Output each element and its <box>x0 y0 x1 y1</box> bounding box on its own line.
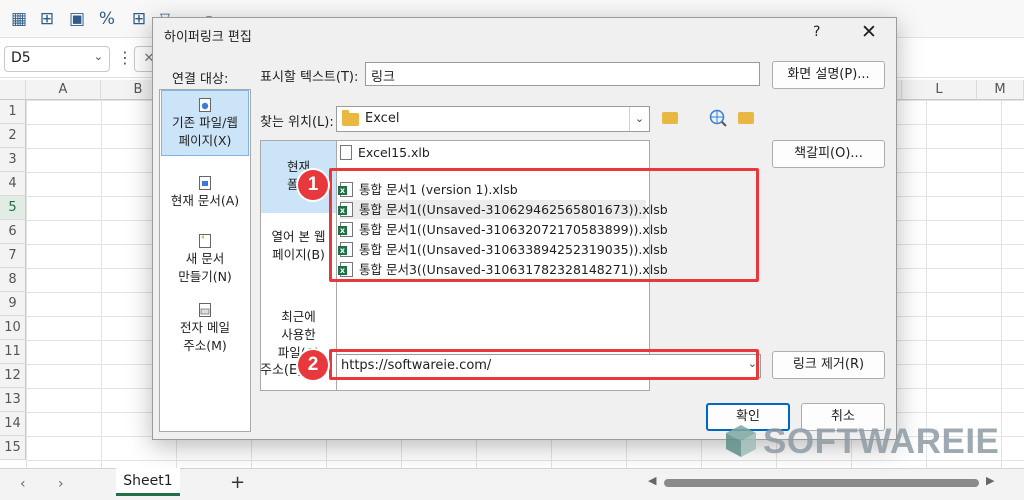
nav-label-line: 열어 본 웹 <box>271 229 326 244</box>
browse-file-button[interactable] <box>734 107 758 131</box>
up-one-folder-button[interactable] <box>658 107 682 131</box>
row-header[interactable]: 11 <box>0 340 26 364</box>
watermark-text: SOFTWAREIE <box>763 422 1000 461</box>
row-header[interactable]: 2 <box>0 124 26 148</box>
display-text-label: 표시할 텍스트(T): <box>260 70 359 85</box>
select-all-corner[interactable] <box>0 80 26 100</box>
annotation-badge-2: 2 <box>298 350 328 380</box>
link-to-label: 연결 대상: <box>172 72 229 87</box>
nav-label-line: 최근에 <box>281 309 316 324</box>
link-to-label-line: 만들기(N) <box>178 269 232 284</box>
row-header-selected[interactable]: 5 <box>0 196 26 220</box>
folder-icon <box>342 110 359 126</box>
email-icon <box>199 303 211 317</box>
row-header[interactable]: 12 <box>0 364 26 388</box>
watermark: SOFTWAREIE <box>725 420 999 464</box>
link-to-current-document[interactable]: 현재 문서(A) <box>161 176 249 220</box>
close-button[interactable]: ✕ <box>858 21 880 43</box>
dialog-title: 하이퍼링크 편집 <box>164 30 252 45</box>
link-to-label-line: 전자 메일 <box>180 320 230 335</box>
row-header[interactable]: 6 <box>0 220 26 244</box>
name-box-value: D5 <box>11 50 31 66</box>
row-header[interactable]: 15 <box>0 436 26 460</box>
help-button[interactable]: ? <box>813 24 820 40</box>
link-to-existing-file[interactable]: 기존 파일/웹 페이지(X) <box>161 90 249 156</box>
scroll-right-icon[interactable]: ▶ <box>986 474 994 487</box>
scroll-left-icon[interactable]: ◀ <box>648 474 656 487</box>
row-header[interactable]: 3 <box>0 148 26 172</box>
chevron-down-icon: ⌄ <box>93 50 103 63</box>
remove-link-button[interactable]: 링크 제거(R) <box>772 351 885 379</box>
row-header[interactable]: 13 <box>0 388 26 412</box>
chevron-down-icon: ⌄ <box>629 107 649 131</box>
annotation-badge-1: 1 <box>298 170 328 200</box>
look-in-label: 찾는 위치(L): <box>260 115 334 130</box>
row-header[interactable]: 8 <box>0 268 26 292</box>
prev-sheet-icon[interactable]: ‹ <box>20 476 26 492</box>
browse-web-button[interactable] <box>706 107 730 131</box>
up-folder-icon <box>662 112 678 124</box>
more-options-icon[interactable]: ⋮ <box>117 48 133 67</box>
sheet-tab[interactable]: Sheet1 <box>116 468 180 496</box>
bookmark-button[interactable]: 책갈피(O)... <box>772 140 885 168</box>
link-to-label-line: 주소(M) <box>183 338 227 353</box>
nav-label-line: 사용한 <box>281 327 316 342</box>
link-to-label-line: 기존 파일/웹 <box>172 115 238 130</box>
row-header[interactable]: 10 <box>0 316 26 340</box>
nav-label-line: 페이지(B) <box>272 247 325 262</box>
look-in-dropdown[interactable]: Excel ⌄ <box>336 106 650 132</box>
open-folder-icon <box>738 112 754 124</box>
globe-search-icon <box>709 109 727 127</box>
row-header[interactable]: 7 <box>0 244 26 268</box>
next-sheet-icon[interactable]: › <box>58 476 64 492</box>
annotation-box-file-list <box>329 168 759 282</box>
file-name: Excel15.xlb <box>358 145 430 160</box>
column-header-a[interactable]: A <box>26 80 101 100</box>
percent-style-icon[interactable]: % <box>96 8 118 30</box>
display-text-input[interactable]: 링크 <box>365 62 760 86</box>
link-to-label-line: 현재 문서(A) <box>170 193 240 208</box>
row-header[interactable]: 9 <box>0 292 26 316</box>
link-to-email-address[interactable]: 전자 메일 주소(M) <box>161 303 249 361</box>
file-icon <box>340 145 352 160</box>
table-style-icon[interactable]: ▦ <box>8 8 30 30</box>
screentip-button[interactable]: 화면 설명(P)... <box>772 61 885 89</box>
column-header-m[interactable]: M <box>977 80 1024 100</box>
column-header-l[interactable]: L <box>902 80 977 100</box>
file-item[interactable]: Excel15.xlb <box>340 143 646 162</box>
nav-browsed-pages[interactable]: 열어 본 웹 페이지(B) <box>261 228 336 278</box>
annotation-box-address <box>329 349 759 380</box>
row-header[interactable]: 14 <box>0 412 26 436</box>
web-page-icon <box>199 98 211 112</box>
horizontal-scrollbar[interactable] <box>664 479 979 487</box>
add-sheet-button[interactable]: + <box>230 472 245 493</box>
cube-logo-icon <box>726 425 756 457</box>
row-header[interactable]: 1 <box>0 100 26 124</box>
new-document-icon <box>199 234 211 248</box>
border-icon[interactable]: ⊞ <box>36 8 58 30</box>
grid-icon[interactable]: ⊞ <box>128 8 150 30</box>
freeze-panes-icon[interactable]: ▣ <box>66 8 88 30</box>
link-to-new-document[interactable]: 새 문서 만들기(N) <box>161 234 249 292</box>
row-header[interactable]: 4 <box>0 172 26 196</box>
document-place-icon <box>199 176 211 190</box>
link-to-panel: 기존 파일/웹 페이지(X) 현재 문서(A) 새 문서 만들기(N) 전자 메… <box>159 89 251 432</box>
link-to-label-line: 새 문서 <box>185 251 225 266</box>
name-box[interactable]: D5 ⌄ <box>4 46 110 72</box>
look-in-value: Excel <box>365 111 400 126</box>
link-to-label-line: 페이지(X) <box>178 133 232 148</box>
